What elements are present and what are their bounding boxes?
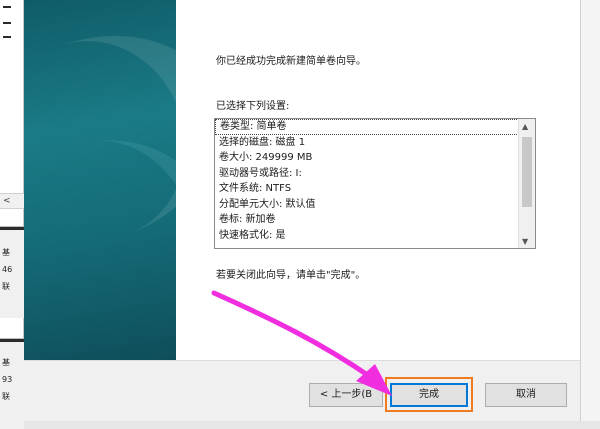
scroll-up-icon[interactable]: ▲: [522, 122, 528, 131]
setting-drive-letter: 驱动器号或路径: I:: [219, 167, 302, 179]
setting-allocation-unit: 分配单元大小: 默认值: [219, 198, 316, 210]
setting-file-system: 文件系统: NTFS: [219, 183, 292, 194]
setting-quick-format: 快速格式化: 是: [219, 229, 286, 241]
scroll-left-icon[interactable]: <: [3, 196, 11, 206]
disk-color-bar: [0, 227, 24, 230]
settings-list-items: 卷类型: 简单卷 选择的磁盘: 磁盘 1 卷大小: 249999 MB 驱动器号…: [215, 119, 519, 248]
new-simple-volume-wizard: 你已经成功完成新建简单卷向导。 已选择下列设置: 卷类型: 简单卷 选择的磁盘:…: [24, 0, 580, 421]
cancel-button[interactable]: 取消: [485, 383, 567, 407]
wizard-button-bar: < 上一步(B 完成 取消: [24, 360, 580, 421]
disk-1-status: 联: [2, 392, 10, 401]
wizard-banner-image: [24, 0, 176, 360]
setting-selected-disk: 选择的磁盘: 磁盘 1: [219, 136, 306, 148]
disk-0-size: 46: [2, 265, 13, 274]
settings-summary-list[interactable]: 卷类型: 简单卷 选择的磁盘: 磁盘 1 卷大小: 249999 MB 驱动器号…: [214, 118, 536, 249]
background-horizontal-scrollbar[interactable]: <: [0, 193, 24, 209]
background-list-dash: [3, 6, 11, 8]
disk-1-label: 基: [2, 358, 10, 367]
setting-volume-size: 卷大小: 249999 MB: [219, 152, 313, 163]
disk-color-bar: [0, 339, 24, 342]
completion-message: 你已经成功完成新建简单卷向导。: [216, 56, 366, 67]
scrollbar-thumb[interactable]: [522, 137, 532, 207]
finish-button[interactable]: 完成: [390, 383, 468, 407]
settings-list-scrollbar[interactable]: ▲ ▼: [518, 119, 535, 248]
setting-volume-type: 卷类型: 简单卷: [215, 119, 519, 135]
wizard-content-area: 你已经成功完成新建简单卷向导。 已选择下列设置: 卷类型: 简单卷 选择的磁盘:…: [176, 0, 580, 360]
background-disk-management-window: < 基 46 联 基 93 联: [0, 0, 24, 429]
background-disk-1-panel: 基 93 联: [0, 338, 24, 429]
background-bottom-edge: [24, 421, 600, 429]
disk-0-status: 联: [2, 282, 10, 291]
setting-volume-label: 卷标: 新加卷: [219, 214, 276, 225]
background-window-edge: [580, 0, 600, 429]
close-instruction: 若要关闭此向导，请单击"完成"。: [216, 270, 366, 281]
disk-0-label: 基: [2, 248, 10, 257]
background-list-dash: [3, 22, 11, 24]
background-list-dash: [3, 36, 11, 38]
disk-1-size: 93: [2, 375, 13, 384]
back-button[interactable]: < 上一步(B: [309, 383, 383, 407]
background-disk-0-panel: 基 46 联: [0, 226, 24, 318]
scroll-down-icon[interactable]: ▼: [522, 237, 528, 246]
selected-settings-label: 已选择下列设置:: [216, 101, 290, 112]
